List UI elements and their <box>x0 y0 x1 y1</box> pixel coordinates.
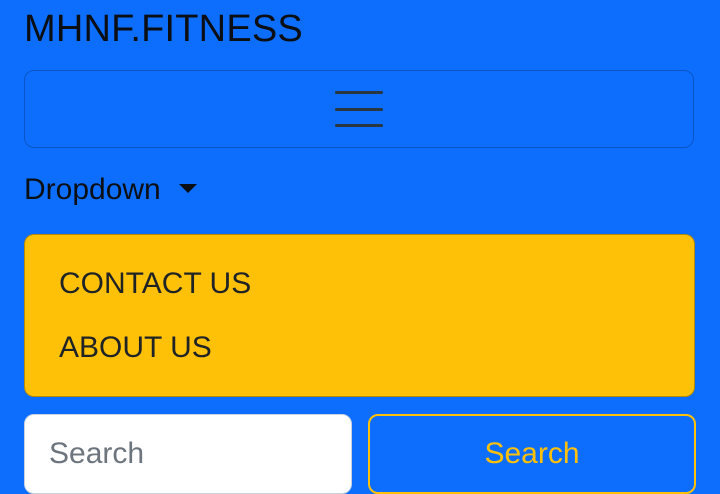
dropdown-toggle[interactable]: Dropdown <box>24 170 197 210</box>
search-input[interactable] <box>24 414 352 494</box>
navbar-toggle-button[interactable] <box>24 70 694 148</box>
hamburger-menu-icon <box>335 91 383 127</box>
menu-item-about-us[interactable]: ABOUT US <box>59 330 212 366</box>
brand-logo-text[interactable]: MHNF.FITNESS <box>24 8 303 50</box>
dropdown-menu: CONTACT US ABOUT US <box>24 234 695 397</box>
menu-item-contact-us[interactable]: CONTACT US <box>59 266 251 302</box>
caret-down-icon <box>178 183 197 193</box>
dropdown-label: Dropdown <box>24 173 161 206</box>
search-button[interactable]: Search <box>368 414 696 494</box>
